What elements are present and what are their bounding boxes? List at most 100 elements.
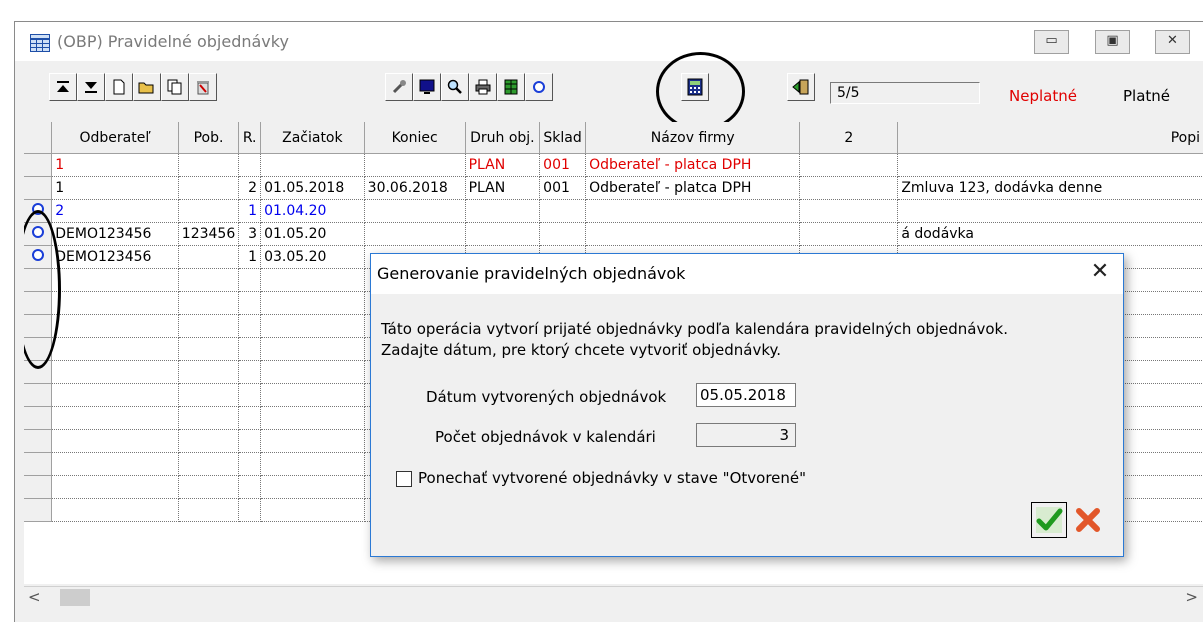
filter-invalid[interactable]: Neplatné [1009,87,1077,105]
table-cell[interactable]: 01.05.20 [260,222,365,246]
table-row[interactable]: 1 PLAN 001 Odberateľ - platca DPH [24,153,1203,177]
copy-button[interactable] [161,73,189,101]
search-button[interactable] [441,73,469,101]
table-cell[interactable] [799,176,899,200]
table-cell[interactable] [364,222,466,246]
row-indicator [24,406,53,430]
count-field: 3 [696,423,796,447]
table-cell[interactable]: á dodávka [897,222,1203,246]
table-cell[interactable] [238,153,262,177]
table-cell[interactable] [799,222,899,246]
dialog-close-icon[interactable]: ✕ [1085,258,1115,286]
table-cell[interactable]: PLAN [465,153,541,177]
table-cell [238,360,262,384]
column-header[interactable]: R. [238,122,262,154]
table-cell[interactable]: 2 [238,176,262,200]
table-cell[interactable]: PLAN [465,176,541,200]
scroll-left-icon[interactable]: < [28,587,41,608]
table-row[interactable]: 1 2 01.05.2018 30.06.2018 PLAN 001 Odberateľ -… [24,176,1203,200]
minimize-icon: ▭ [1045,33,1058,48]
column-header[interactable]: 2 [799,122,899,154]
dialog-title: Generovanie pravidelných objednávok [377,264,686,283]
maximize-button[interactable]: ▣ [1095,30,1130,54]
table-cell[interactable]: 01.05.2018 [260,176,365,200]
table-cell[interactable]: 1 [238,245,262,269]
table-cell [178,268,240,292]
table-cell[interactable] [178,199,240,223]
horizontal-scrollbar[interactable]: < > [24,586,1203,608]
table-cell[interactable] [465,222,541,246]
export-button[interactable] [497,73,525,101]
table-cell[interactable]: 001 [539,176,587,200]
table-cell[interactable] [364,153,466,177]
table-cell[interactable] [539,222,587,246]
minimize-button[interactable]: ▭ [1034,30,1069,54]
column-header[interactable]: Odberateľ [51,122,179,154]
filter-valid[interactable]: Platné [1123,87,1170,105]
keep-open-label[interactable]: Ponechať vytvorené objednávky v stave "O… [418,469,806,487]
table-cell[interactable] [364,199,466,223]
table-row[interactable]: DEMO123456 123456 3 01.05.20 á dodávka [24,222,1203,246]
table-cell[interactable]: 2 [51,199,179,223]
table-cell[interactable]: 03.05.20 [260,245,365,269]
row-indicator[interactable] [24,176,53,200]
keep-open-checkbox[interactable] [396,471,412,487]
column-header[interactable]: Popi [897,122,1203,154]
table-header: Odberateľ Pob. R. Začiatok Koniec Druh o… [24,122,1203,154]
column-header[interactable]: Sklad [539,122,587,154]
table-cell[interactable]: 01.04.20 [260,199,365,223]
table-cell[interactable]: 1 [51,153,179,177]
table-cell [238,291,262,315]
table-cell[interactable]: 1 [51,176,179,200]
first-record-button[interactable] [49,73,77,101]
column-header[interactable]: Pob. [178,122,240,154]
table-cell[interactable] [178,153,240,177]
table-cell[interactable]: 1 [238,199,262,223]
new-button[interactable] [105,73,133,101]
table-cell [51,498,179,522]
table-cell[interactable] [260,153,365,177]
table-cell[interactable] [585,222,801,246]
column-header[interactable]: Začiatok [260,122,365,154]
table-cell[interactable]: Zmluva 123, dodávka denne [897,176,1203,200]
table-cell[interactable]: 3 [238,222,262,246]
last-record-button[interactable] [77,73,105,101]
table-cell[interactable] [465,199,541,223]
column-header[interactable]: Druh obj. [465,122,541,154]
date-label: Dátum vytvorených objednávok [426,388,667,406]
column-header[interactable]: Názov firmy [585,122,801,154]
table-cell[interactable]: Odberateľ - platca DPH [585,176,801,200]
exit-button[interactable] [787,73,815,101]
date-input[interactable]: 05.05.2018 [696,383,796,407]
table-cell[interactable] [178,245,240,269]
delete-button[interactable] [189,73,217,101]
table-cell [260,337,365,361]
table-row[interactable]: 2 1 01.04.20 [24,199,1203,223]
table-cell[interactable] [897,153,1203,177]
table-cell[interactable]: DEMO123456 [51,222,179,246]
table-cell[interactable]: 123456 [178,222,240,246]
view-button[interactable] [413,73,441,101]
table-cell[interactable] [897,199,1203,223]
table-cell[interactable] [799,199,899,223]
ok-button[interactable] [1031,502,1067,538]
table-cell[interactable]: 30.06.2018 [364,176,466,200]
table-cell[interactable]: 001 [539,153,587,177]
column-header[interactable]: Koniec [364,122,466,154]
open-button[interactable] [133,73,161,101]
cancel-button[interactable] [1070,502,1106,538]
table-cell[interactable] [799,153,899,177]
table-cell[interactable] [178,176,240,200]
table-cell[interactable]: DEMO123456 [51,245,179,269]
table-cell[interactable] [539,199,587,223]
marker-button[interactable] [525,73,553,101]
close-button[interactable]: ✕ [1155,30,1190,54]
tools-button[interactable] [385,73,413,101]
scroll-right-icon[interactable]: > [1185,587,1198,608]
print-button[interactable] [469,73,497,101]
table-cell[interactable] [585,199,801,223]
table-icon [30,34,50,52]
scrollbar-thumb[interactable] [60,589,90,606]
table-cell[interactable]: Odberateľ - platca DPH [585,153,801,177]
row-indicator[interactable] [24,153,53,177]
